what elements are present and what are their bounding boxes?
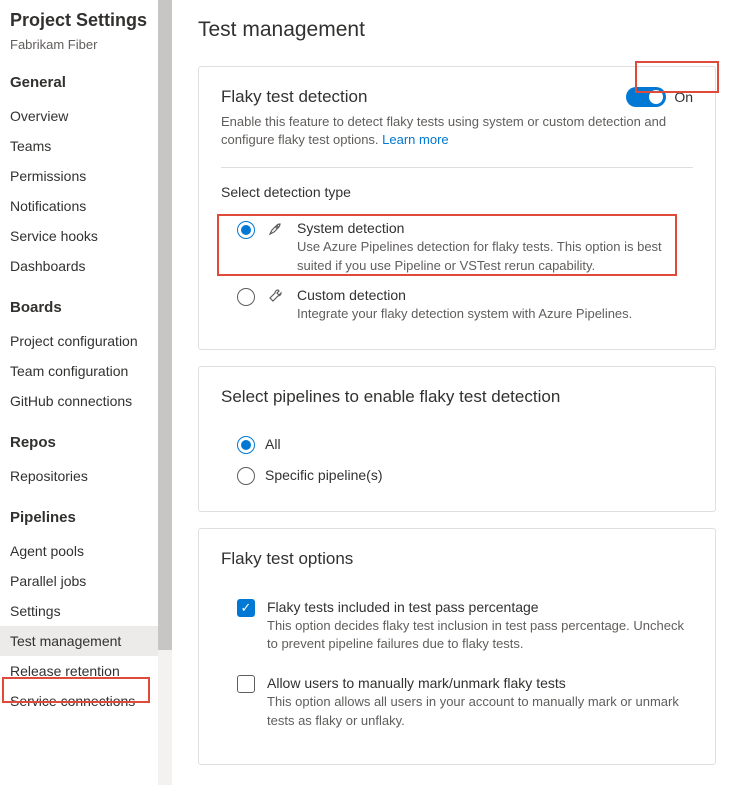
- pipelines-all-label: All: [265, 436, 281, 452]
- sidebar-item-permissions[interactable]: Permissions: [10, 161, 172, 191]
- sidebar-item-parallel-jobs[interactable]: Parallel jobs: [10, 566, 172, 596]
- pipelines-all-option[interactable]: All: [237, 429, 693, 460]
- flaky-options-card: Flaky test options ✓ Flaky tests include…: [198, 528, 716, 765]
- pipelines-specific-option[interactable]: Specific pipeline(s): [237, 460, 693, 491]
- sidebar-item-dashboards[interactable]: Dashboards: [10, 251, 172, 281]
- sidebar-item-repositories[interactable]: Repositories: [10, 461, 172, 491]
- select-detection-heading: Select detection type: [221, 184, 693, 200]
- select-pipelines-title: Select pipelines to enable flaky test de…: [221, 387, 693, 407]
- scrollbar-track[interactable]: [158, 0, 172, 785]
- sidebar-item-github-connections[interactable]: GitHub connections: [10, 386, 172, 416]
- opt2-checkbox[interactable]: [237, 675, 255, 693]
- custom-detection-desc: Integrate your flaky detection system wi…: [297, 305, 693, 323]
- sidebar-item-release-retention[interactable]: Release retention: [10, 656, 172, 686]
- flaky-detection-card: Flaky test detection On Enable this feat…: [198, 66, 716, 350]
- section-heading-pipelines: Pipelines: [10, 509, 172, 526]
- flaky-toggle[interactable]: [626, 87, 666, 107]
- sidebar-title: Project Settings: [10, 10, 172, 31]
- custom-detection-title: Custom detection: [297, 287, 693, 303]
- sidebar-item-overview[interactable]: Overview: [10, 101, 172, 131]
- divider: [221, 167, 693, 168]
- sidebar-item-project-configuration[interactable]: Project configuration: [10, 326, 172, 356]
- section-heading-repos: Repos: [10, 434, 172, 451]
- system-detection-title: System detection: [297, 220, 693, 236]
- learn-more-link[interactable]: Learn more: [382, 132, 448, 147]
- wrench-icon: [267, 288, 285, 307]
- radio-all[interactable]: [237, 436, 255, 454]
- page-title: Test management: [198, 18, 716, 42]
- radio-custom[interactable]: [237, 288, 255, 306]
- opt1-title: Flaky tests included in test pass percen…: [267, 599, 693, 615]
- sidebar-item-service-connections[interactable]: Service connections: [10, 686, 172, 716]
- sidebar-item-agent-pools[interactable]: Agent pools: [10, 536, 172, 566]
- opt1-checkbox[interactable]: ✓: [237, 599, 255, 617]
- opt2-title: Allow users to manually mark/unmark flak…: [267, 675, 693, 691]
- sidebar: Project Settings Fabrikam Fiber General …: [0, 0, 172, 785]
- radio-specific[interactable]: [237, 467, 255, 485]
- section-heading-boards: Boards: [10, 299, 172, 316]
- sidebar-item-teams[interactable]: Teams: [10, 131, 172, 161]
- flaky-toggle-label: On: [674, 89, 693, 105]
- opt2-desc: This option allows all users in your acc…: [267, 693, 693, 729]
- custom-detection-option[interactable]: Custom detection Integrate your flaky de…: [237, 281, 693, 329]
- rocket-icon: [267, 221, 285, 240]
- main-content: Test management Flaky test detection On …: [172, 0, 732, 785]
- section-heading-general: General: [10, 74, 172, 91]
- flaky-desc: Enable this feature to detect flaky test…: [221, 113, 693, 149]
- scrollbar-thumb[interactable]: [158, 0, 172, 650]
- flaky-title: Flaky test detection: [221, 87, 367, 107]
- sidebar-item-settings[interactable]: Settings: [10, 596, 172, 626]
- opt1-row[interactable]: ✓ Flaky tests included in test pass perc…: [237, 591, 693, 667]
- sidebar-item-notifications[interactable]: Notifications: [10, 191, 172, 221]
- system-detection-option[interactable]: System detection Use Azure Pipelines det…: [237, 214, 693, 280]
- system-detection-desc: Use Azure Pipelines detection for flaky …: [297, 238, 693, 274]
- opt1-desc: This option decides flaky test inclusion…: [267, 617, 693, 653]
- sidebar-item-test-management[interactable]: Test management: [0, 626, 158, 656]
- radio-system[interactable]: [237, 221, 255, 239]
- sidebar-item-service-hooks[interactable]: Service hooks: [10, 221, 172, 251]
- sidebar-item-team-configuration[interactable]: Team configuration: [10, 356, 172, 386]
- select-pipelines-card: Select pipelines to enable flaky test de…: [198, 366, 716, 512]
- pipelines-specific-label: Specific pipeline(s): [265, 467, 383, 483]
- project-name: Fabrikam Fiber: [10, 37, 172, 52]
- opt2-row[interactable]: Allow users to manually mark/unmark flak…: [237, 667, 693, 743]
- flaky-options-title: Flaky test options: [221, 549, 693, 569]
